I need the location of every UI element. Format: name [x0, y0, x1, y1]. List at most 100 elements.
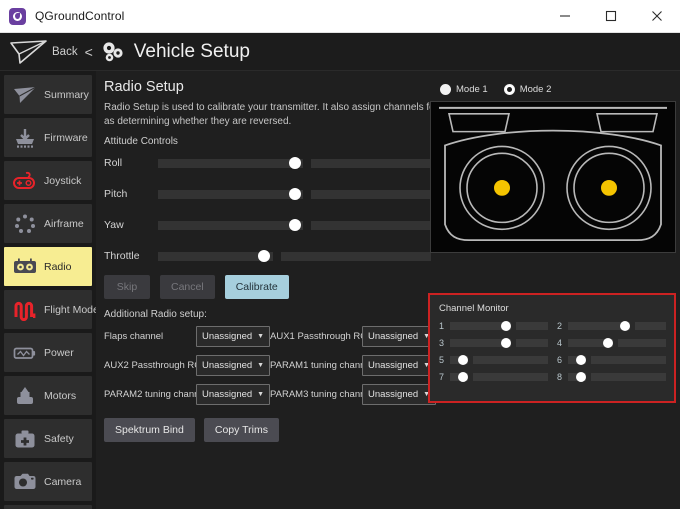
chevron-down-icon: ▼: [257, 391, 264, 398]
dropdown-flaps-channel[interactable]: Unassigned ▼: [196, 326, 270, 347]
slider-handle[interactable]: [289, 219, 301, 231]
channel-row: 5: [439, 354, 548, 365]
radio-mode-2[interactable]: Mode 2: [504, 84, 552, 95]
attitude-row-throttle: Throttle: [102, 244, 437, 268]
dropdown-param1-tuning[interactable]: Unassigned ▼: [362, 355, 436, 376]
sidebar-item-safety[interactable]: Safety: [4, 419, 92, 458]
radio-label: Mode 1: [456, 84, 488, 95]
radio-button-icon[interactable]: [504, 84, 515, 95]
chevron-down-icon: ▼: [257, 333, 264, 340]
dropdown-param2-tuning[interactable]: Unassigned ▼: [196, 384, 270, 405]
qgc-logo-icon: [9, 8, 26, 25]
qgroundcontrol-window: QGroundControl Back <: [0, 0, 680, 509]
left-stick-dot: [494, 180, 510, 196]
channel-handle: [576, 355, 586, 365]
channel-row: 6: [557, 354, 666, 365]
minimize-button[interactable]: [542, 0, 588, 32]
channel-bar: [450, 322, 548, 330]
back-chevron-icon[interactable]: <: [85, 44, 93, 60]
slider-handle[interactable]: [289, 188, 301, 200]
pitch-slider[interactable]: [158, 190, 431, 199]
channel-number: 6: [557, 355, 568, 365]
slider-handle[interactable]: [289, 157, 301, 169]
channel-number: 7: [439, 372, 450, 382]
channel-handle: [620, 321, 630, 331]
channel-row: 2: [557, 320, 666, 331]
channel-row: 7: [439, 371, 548, 382]
sidebar-item-joystick[interactable]: Joystick: [4, 161, 92, 200]
dropdown-aux1-passthrough[interactable]: Unassigned ▼: [362, 326, 436, 347]
sidebar-item-airframe[interactable]: Airframe: [4, 204, 92, 243]
channel-row: 4: [557, 337, 666, 348]
sidebar-item-camera[interactable]: Camera: [4, 462, 92, 501]
calibrate-button[interactable]: Calibrate: [225, 275, 289, 299]
sidebar-item-label: Summary: [44, 89, 89, 101]
attitude-label: Throttle: [102, 250, 158, 262]
yaw-slider[interactable]: [158, 221, 431, 230]
roll-slider[interactable]: [158, 159, 431, 168]
attitude-row-roll: Roll: [102, 151, 437, 175]
mode-radio-group: Mode 1 Mode 2: [430, 79, 676, 99]
sidebar-item-power[interactable]: Power: [4, 333, 92, 372]
channel-handle: [576, 372, 586, 382]
sidebar-item-label: Firmware: [44, 132, 88, 144]
channel-number: 8: [557, 372, 568, 382]
channel-handle: [458, 372, 468, 382]
sidebar-item-label: Camera: [44, 476, 81, 488]
sidebar-item-label: Joystick: [44, 175, 81, 187]
radio-label: Mode 2: [520, 84, 552, 95]
rc-transmitter-illustration: [430, 101, 676, 253]
back-button-label[interactable]: Back: [52, 46, 78, 58]
window-title: QGroundControl: [35, 9, 124, 23]
channel-bar: [568, 356, 666, 364]
dropdown-label-aux2: AUX2 Passthrough RC ch: [104, 355, 196, 376]
sidebar-item-flight-modes[interactable]: Flight Modes: [4, 290, 92, 329]
cancel-button[interactable]: Cancel: [160, 275, 215, 299]
bottom-button-row: Spektrum Bind Copy Trims: [104, 418, 674, 442]
attitude-label: Roll: [102, 157, 158, 169]
sidebar-item-summary[interactable]: Summary: [4, 75, 92, 114]
radio-button-icon[interactable]: [440, 84, 451, 95]
dropdown-aux2-passthrough[interactable]: Unassigned ▼: [196, 355, 270, 376]
dropdown-value: Unassigned: [368, 360, 418, 371]
copy-trims-button[interactable]: Copy Trims: [204, 418, 279, 442]
dropdown-value: Unassigned: [202, 389, 252, 400]
channel-bar: [568, 373, 666, 381]
maximize-button[interactable]: [588, 0, 634, 32]
sidebar-item-radio[interactable]: Radio: [4, 247, 92, 286]
dropdown-param3-tuning[interactable]: Unassigned ▼: [362, 384, 436, 405]
sidebar-item-motors[interactable]: Motors: [4, 376, 92, 415]
paper-plane-icon: [10, 82, 40, 108]
chevron-down-icon: ▼: [257, 362, 264, 369]
sidebar-item-label: Power: [44, 347, 74, 359]
attitude-row-pitch: Pitch: [102, 182, 437, 206]
spektrum-bind-button[interactable]: Spektrum Bind: [104, 418, 195, 442]
channel-row: 1: [439, 320, 548, 331]
channel-monitor-grid: 12345678: [439, 320, 666, 382]
dropdown-value: Unassigned: [202, 331, 252, 342]
attitude-label: Yaw: [102, 219, 158, 231]
app-header: Back < Vehicle Setup: [0, 33, 680, 71]
throttle-slider[interactable]: [158, 252, 431, 261]
sidebar-item-parameters[interactable]: Parameters: [4, 505, 92, 509]
battery-icon: [10, 340, 40, 366]
skip-button[interactable]: Skip: [104, 275, 150, 299]
joystick-gamepad-icon: [10, 168, 40, 194]
channel-handle: [501, 338, 511, 348]
window-titlebar: QGroundControl: [0, 0, 680, 33]
channel-bar: [568, 322, 666, 330]
close-button[interactable]: [634, 0, 680, 32]
radio-mode-1[interactable]: Mode 1: [440, 84, 488, 95]
channel-handle: [458, 355, 468, 365]
slider-handle[interactable]: [258, 250, 270, 262]
attitude-controls-group: Roll Pitch Yaw: [102, 151, 437, 268]
dropdown-value: Unassigned: [368, 331, 418, 342]
paper-plane-icon: [8, 37, 50, 67]
right-stick-dot: [601, 180, 617, 196]
dropdown-label-param3: PARAM3 tuning channel: [270, 384, 362, 405]
sidebar-item-label: Radio: [44, 261, 71, 273]
camera-icon: [10, 469, 40, 495]
channel-row: 8: [557, 371, 666, 382]
sidebar-item-label: Motors: [44, 390, 76, 402]
sidebar-item-firmware[interactable]: Firmware: [4, 118, 92, 157]
